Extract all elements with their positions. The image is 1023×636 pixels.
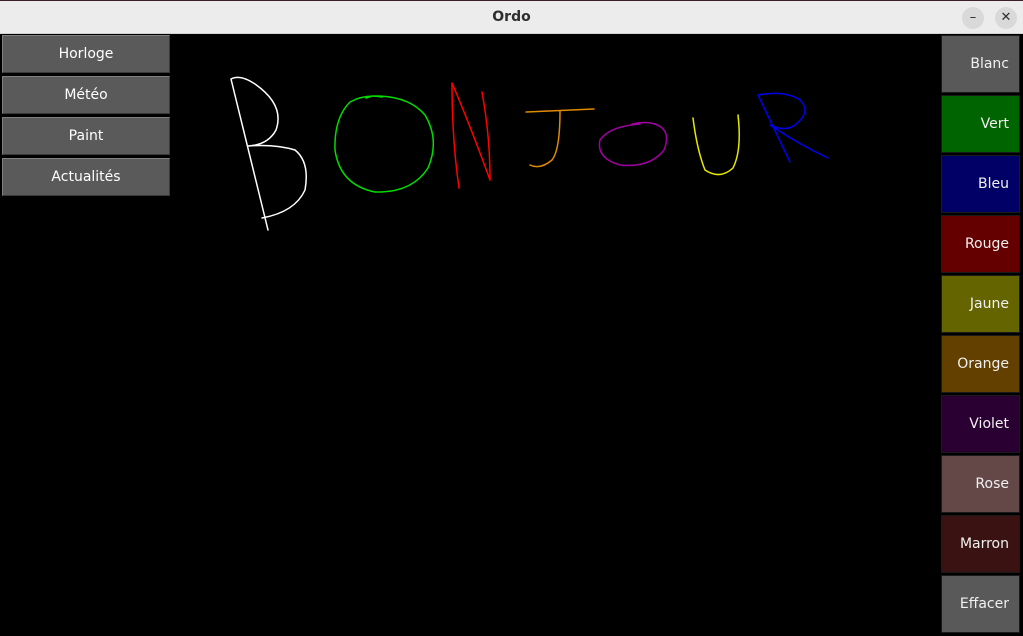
- color-button-blanc[interactable]: Blanc: [941, 35, 1020, 93]
- color-button-vert[interactable]: Vert: [941, 95, 1020, 153]
- paint-canvas[interactable]: Horloge Météo Paint Actualités Blanc Ver…: [0, 34, 1023, 636]
- close-button[interactable]: ✕: [995, 7, 1017, 29]
- clear-button[interactable]: Effacer: [941, 575, 1020, 633]
- color-button-rouge[interactable]: Rouge: [941, 215, 1020, 273]
- drawn-stroke-j: [525, 108, 595, 168]
- color-button-jaune[interactable]: Jaune: [941, 275, 1020, 333]
- title-bar: Ordo – ✕: [0, 0, 1023, 34]
- drawn-stroke-o2: [598, 121, 668, 167]
- menu-button-horloge[interactable]: Horloge: [2, 35, 170, 73]
- window-title: Ordo: [492, 9, 531, 25]
- menu-button-paint[interactable]: Paint: [2, 117, 170, 155]
- drawn-stroke-o: [334, 95, 434, 193]
- color-button-marron[interactable]: Marron: [941, 515, 1020, 573]
- drawn-stroke-u: [692, 114, 740, 176]
- color-button-bleu[interactable]: Bleu: [941, 155, 1020, 213]
- color-button-violet[interactable]: Violet: [941, 395, 1020, 453]
- drawn-stroke-n: [451, 82, 491, 189]
- menu-button-meteo[interactable]: Météo: [2, 76, 170, 114]
- drawn-stroke-r: [757, 92, 829, 163]
- color-button-orange[interactable]: Orange: [941, 335, 1020, 393]
- color-button-rose[interactable]: Rose: [941, 455, 1020, 513]
- minimize-button[interactable]: –: [962, 7, 984, 29]
- menu-button-actualites[interactable]: Actualités: [2, 158, 170, 196]
- app-window: Ordo – ✕ Horloge Météo Paint Actualités …: [0, 0, 1023, 636]
- drawn-stroke-b: [230, 76, 307, 231]
